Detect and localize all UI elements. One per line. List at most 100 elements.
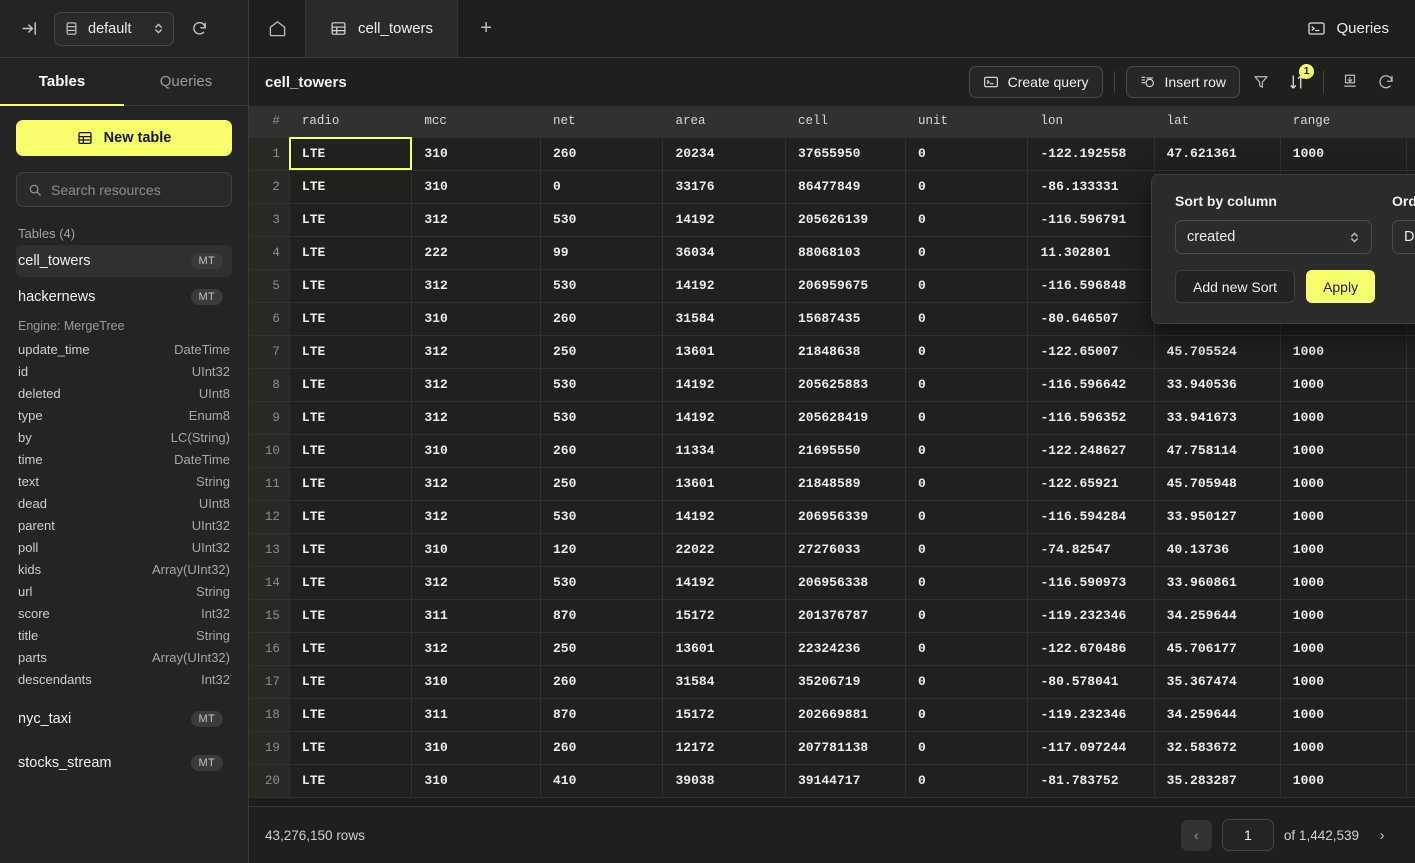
cell-lat[interactable]: 35.283287 — [1154, 764, 1280, 797]
cell-radio[interactable]: LTE — [289, 467, 411, 500]
cell-mcc[interactable]: 312 — [412, 335, 541, 368]
column-header-lon[interactable]: lon — [1028, 106, 1154, 137]
table-row[interactable]: 17LTE31026031584352067190-80.57804135.36… — [249, 665, 1415, 698]
cell-samples[interactable]: 1 — [1406, 764, 1415, 797]
cell-radio[interactable]: LTE — [289, 566, 411, 599]
cell-radio[interactable]: LTE — [289, 203, 411, 236]
cell-lon[interactable]: -86.133331 — [1028, 170, 1154, 203]
cell-radio[interactable]: LTE — [289, 632, 411, 665]
cell-net[interactable]: 0 — [541, 170, 663, 203]
cell-range[interactable]: 1000 — [1280, 335, 1406, 368]
cell-net[interactable]: 260 — [541, 434, 663, 467]
cell-samples[interactable]: 1 — [1406, 731, 1415, 764]
cell-mcc[interactable]: 310 — [412, 302, 541, 335]
cell-cell[interactable]: 21848589 — [785, 467, 905, 500]
collapse-sidebar-icon[interactable] — [14, 14, 44, 44]
cell-lat[interactable]: 33.960861 — [1154, 566, 1280, 599]
cell-lat[interactable]: 33.950127 — [1154, 500, 1280, 533]
table-row[interactable]: 14LTE312530141922069563380-116.59097333.… — [249, 566, 1415, 599]
tab-cell-towers[interactable]: cell_towers — [305, 0, 458, 57]
cell-lon[interactable]: -119.232346 — [1028, 698, 1154, 731]
cell-mcc[interactable]: 310 — [412, 731, 541, 764]
cell-radio[interactable]: LTE — [289, 533, 411, 566]
cell-area[interactable]: 13601 — [663, 335, 785, 368]
cell-area[interactable]: 15172 — [663, 698, 785, 731]
cell-net[interactable]: 530 — [541, 368, 663, 401]
cell-samples[interactable]: 1 — [1406, 500, 1415, 533]
cell-area[interactable]: 15172 — [663, 599, 785, 632]
table-row[interactable]: 15LTE311870151722013767870-119.23234634.… — [249, 599, 1415, 632]
cell-lon[interactable]: -117.097244 — [1028, 731, 1154, 764]
cell-mcc[interactable]: 311 — [412, 599, 541, 632]
cell-net[interactable]: 410 — [541, 764, 663, 797]
cell-radio[interactable]: LTE — [289, 137, 411, 170]
cell-unit[interactable]: 0 — [906, 467, 1028, 500]
cell-radio[interactable]: LTE — [289, 698, 411, 731]
cell-range[interactable]: 1000 — [1280, 764, 1406, 797]
filter-icon[interactable] — [1246, 67, 1276, 97]
cell-net[interactable]: 260 — [541, 137, 663, 170]
cell-cell[interactable]: 205628419 — [785, 401, 905, 434]
cell-samples[interactable]: 1 — [1406, 401, 1415, 434]
create-query-button[interactable]: Create query — [969, 66, 1103, 98]
cell-samples[interactable]: 1 — [1406, 599, 1415, 632]
cell-mcc[interactable]: 311 — [412, 698, 541, 731]
sidebar-tab-queries[interactable]: Queries — [124, 58, 248, 105]
cell-radio[interactable]: LTE — [289, 170, 411, 203]
sort-order-select[interactable]: Descending — [1392, 220, 1415, 254]
cell-lon[interactable]: -116.596352 — [1028, 401, 1154, 434]
sort-column-select[interactable]: created — [1175, 220, 1372, 254]
cell-lon[interactable]: -116.590973 — [1028, 566, 1154, 599]
cell-samples[interactable]: 1 — [1406, 632, 1415, 665]
cell-mcc[interactable]: 310 — [412, 170, 541, 203]
cell-cell[interactable]: 21695550 — [785, 434, 905, 467]
cell-lon[interactable]: -80.578041 — [1028, 665, 1154, 698]
apply-sort-button[interactable]: Apply — [1306, 270, 1375, 303]
cell-net[interactable]: 530 — [541, 401, 663, 434]
cell-lon[interactable]: 11.302801 — [1028, 236, 1154, 269]
cell-samples[interactable]: 1 — [1406, 368, 1415, 401]
cell-area[interactable]: 31584 — [663, 665, 785, 698]
cell-range[interactable]: 1000 — [1280, 368, 1406, 401]
cell-mcc[interactable]: 310 — [412, 137, 541, 170]
cell-samples[interactable]: 1 — [1406, 137, 1415, 170]
table-row[interactable]: 11LTE31225013601218485890-122.6592145.70… — [249, 467, 1415, 500]
cell-range[interactable]: 1000 — [1280, 137, 1406, 170]
cell-cell[interactable]: 206956338 — [785, 566, 905, 599]
column-header-net[interactable]: net — [541, 106, 663, 137]
cell-area[interactable]: 14192 — [663, 500, 785, 533]
queries-button[interactable]: Queries — [1297, 0, 1415, 57]
cell-mcc[interactable]: 312 — [412, 500, 541, 533]
cell-area[interactable]: 14192 — [663, 566, 785, 599]
cell-unit[interactable]: 0 — [906, 632, 1028, 665]
cell-net[interactable]: 250 — [541, 467, 663, 500]
cell-unit[interactable]: 0 — [906, 269, 1028, 302]
cell-cell[interactable]: 39144717 — [785, 764, 905, 797]
cell-cell[interactable]: 205626139 — [785, 203, 905, 236]
cell-cell[interactable]: 22324236 — [785, 632, 905, 665]
cell-unit[interactable]: 0 — [906, 599, 1028, 632]
cell-unit[interactable]: 0 — [906, 533, 1028, 566]
table-row[interactable]: 13LTE31012022022272760330-74.8254740.137… — [249, 533, 1415, 566]
cell-radio[interactable]: LTE — [289, 665, 411, 698]
cell-lon[interactable]: -122.65921 — [1028, 467, 1154, 500]
cell-area[interactable]: 14192 — [663, 203, 785, 236]
new-tab-button[interactable]: + — [458, 0, 514, 57]
refresh-icon[interactable] — [184, 14, 214, 44]
cell-lat[interactable]: 40.13736 — [1154, 533, 1280, 566]
cell-cell[interactable]: 21848638 — [785, 335, 905, 368]
column-header-radio[interactable]: radio — [289, 106, 411, 137]
cell-lat[interactable]: 47.758114 — [1154, 434, 1280, 467]
cell-area[interactable]: 36034 — [663, 236, 785, 269]
cell-lat[interactable]: 34.259644 — [1154, 698, 1280, 731]
cell-radio[interactable]: LTE — [289, 764, 411, 797]
cell-radio[interactable]: LTE — [289, 434, 411, 467]
cell-cell[interactable]: 88068103 — [785, 236, 905, 269]
cell-lon[interactable]: -116.596642 — [1028, 368, 1154, 401]
cell-cell[interactable]: 37655950 — [785, 137, 905, 170]
cell-lon[interactable]: -116.594284 — [1028, 500, 1154, 533]
cell-radio[interactable]: LTE — [289, 269, 411, 302]
cell-mcc[interactable]: 312 — [412, 467, 541, 500]
cell-lon[interactable]: -116.596848 — [1028, 269, 1154, 302]
cell-radio[interactable]: LTE — [289, 500, 411, 533]
